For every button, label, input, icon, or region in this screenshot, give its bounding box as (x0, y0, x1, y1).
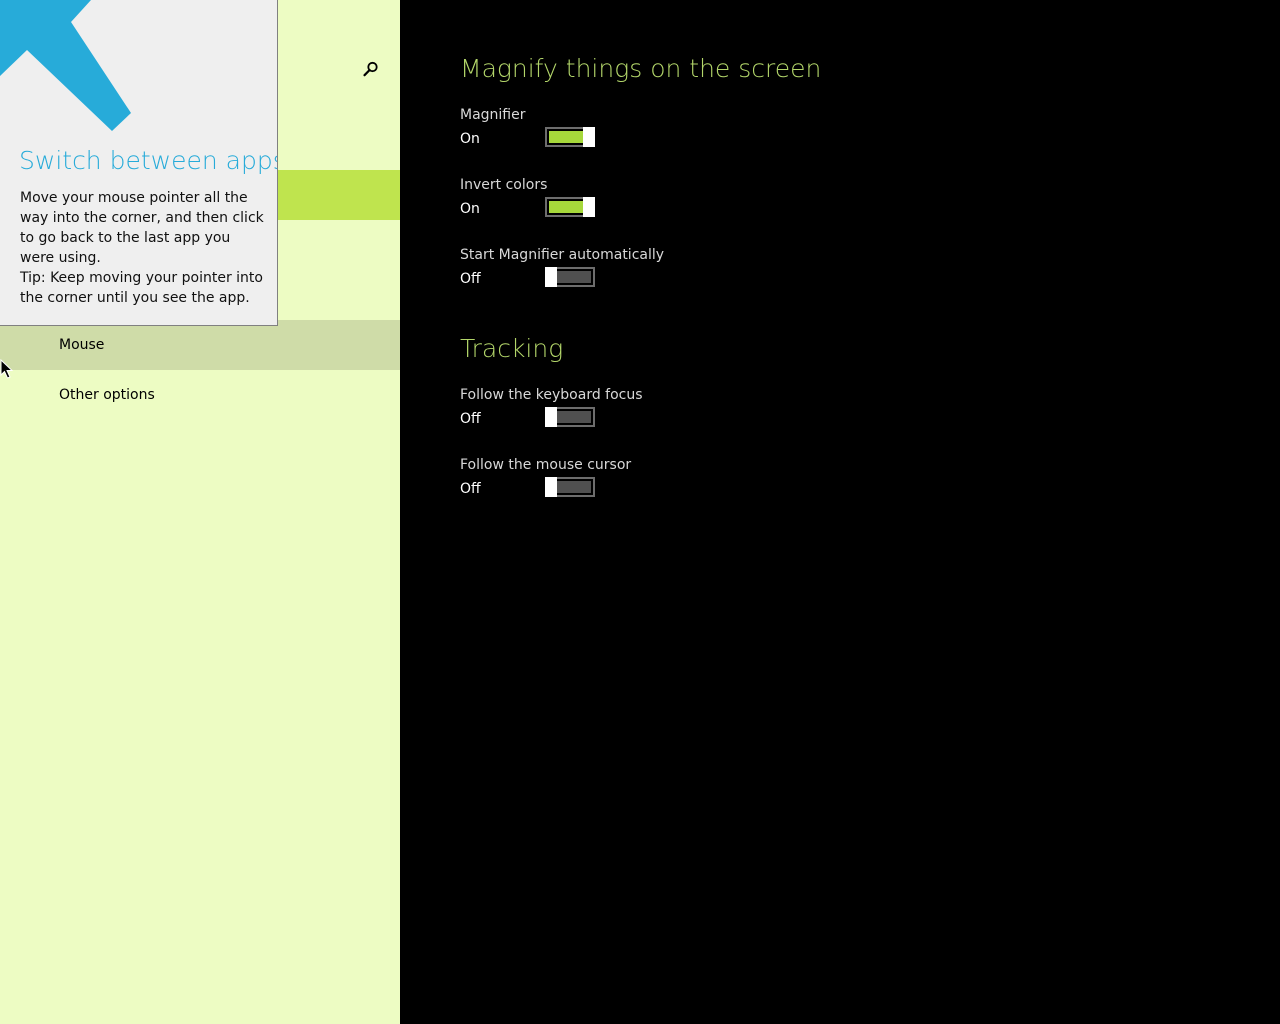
toggle-thumb[interactable] (545, 407, 557, 427)
invert-colors-toggle[interactable] (545, 197, 595, 217)
search-icon[interactable] (362, 60, 380, 78)
toggle-thumb[interactable] (545, 477, 557, 497)
setting-follow-mouse-cursor: Follow the mouse cursor Off (460, 457, 860, 513)
follow-keyboard-focus-toggle[interactable] (545, 407, 595, 427)
setting-state: On (460, 131, 480, 147)
setting-label: Magnifier (460, 107, 526, 123)
tip-title: Switch between apps (19, 146, 278, 175)
follow-mouse-cursor-toggle[interactable] (545, 477, 595, 497)
magnifier-toggle[interactable] (545, 127, 595, 147)
section-title-magnify: Magnify things on the screen (460, 54, 822, 83)
nav-item-label: Other options (59, 387, 155, 403)
setting-magnifier: Magnifier On (460, 107, 860, 163)
nav-item-label: Mouse (59, 337, 105, 353)
toggle-thumb[interactable] (583, 127, 595, 147)
setting-state: Off (460, 481, 481, 497)
tip-popup: Switch between apps Move your mouse poin… (0, 0, 278, 326)
setting-state: On (460, 201, 480, 217)
settings-content: Magnify things on the screen Magnifier O… (400, 0, 1280, 1024)
setting-follow-keyboard-focus: Follow the keyboard focus Off (460, 387, 860, 443)
setting-label: Follow the keyboard focus (460, 387, 643, 403)
setting-label: Start Magnifier automatically (460, 247, 665, 263)
setting-state: Off (460, 411, 481, 427)
toggle-thumb[interactable] (545, 267, 557, 287)
section-title-tracking: Tracking (460, 334, 564, 363)
mouse-cursor-icon (0, 358, 14, 379)
arrow-up-left-icon (0, 0, 140, 140)
toggle-thumb[interactable] (583, 197, 595, 217)
setting-label: Follow the mouse cursor (460, 457, 632, 473)
nav-item-other-options[interactable]: Other options (0, 370, 400, 420)
setting-start-magnifier-automatically: Start Magnifier automatically Off (460, 247, 860, 303)
tip-text: Move your mouse pointer all the way into… (20, 190, 264, 266)
setting-invert-colors: Invert colors On (460, 177, 860, 233)
setting-label: Invert colors (460, 177, 548, 193)
start-magnifier-toggle[interactable] (545, 267, 595, 287)
tip-body: Move your mouse pointer all the way into… (20, 188, 265, 308)
tip-hint: Tip: Keep moving your pointer into the c… (20, 270, 263, 306)
nav-item-mouse[interactable]: Mouse (0, 320, 400, 370)
setting-state: Off (460, 271, 481, 287)
